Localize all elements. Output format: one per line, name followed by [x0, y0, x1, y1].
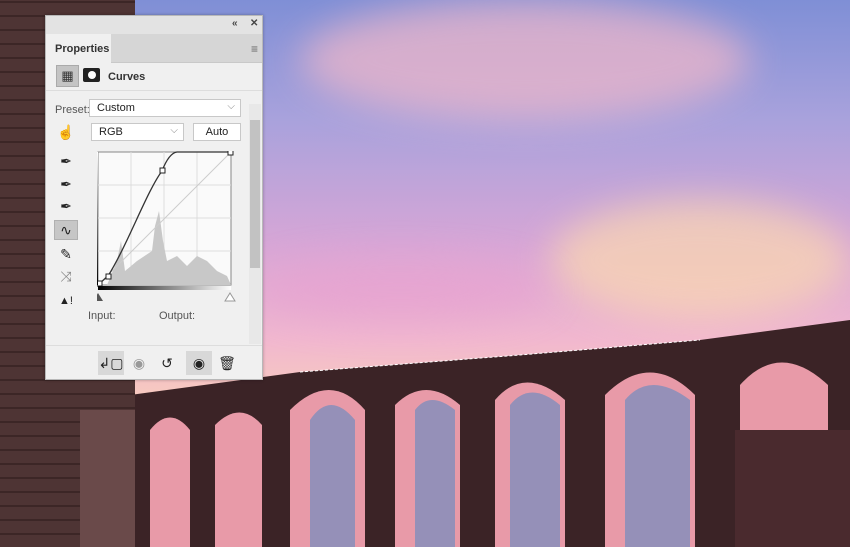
close-icon[interactable]: ✕ [250, 18, 258, 29]
gray-point-eyedropper-icon[interactable]: ✒ [54, 174, 78, 194]
panel-footer: ↲▢ ◉ ↺ ◉ 🗑 [46, 345, 262, 379]
auto-button[interactable]: Auto [193, 123, 241, 141]
scrollbar-thumb[interactable] [250, 120, 260, 268]
hamburger-icon[interactable]: ≡ [251, 42, 258, 56]
preset-label: Preset: [55, 104, 90, 116]
view-previous-icon[interactable]: ◉ [126, 351, 152, 375]
preset-value: Custom [97, 102, 135, 114]
curves-adjustment-icon[interactable]: ▦ [56, 65, 79, 87]
chevron-down-icon: ⌵ [170, 125, 178, 136]
preset-select[interactable]: Custom ⌵ [89, 99, 241, 117]
black-slider [97, 293, 103, 301]
curve-point [105, 273, 112, 280]
panel-titlebar[interactable]: « ✕ [46, 16, 262, 34]
tab-row: Properties ≡ [46, 34, 262, 63]
on-image-adjust-icon[interactable]: ☝ [54, 122, 78, 142]
scrollbar[interactable] [249, 104, 261, 344]
white-point-eyedropper-icon[interactable]: ✒ [54, 196, 78, 216]
properties-panel: « ✕ Properties ≡ ▦ Curves Preset: Custom… [45, 15, 263, 380]
curve-point [227, 151, 234, 156]
reset-icon[interactable]: ↺ [154, 351, 180, 375]
chevron-down-icon: ⌵ [227, 101, 235, 112]
output-label: Output: [159, 310, 196, 322]
mask-icon[interactable] [83, 68, 100, 82]
adjustment-header: ▦ Curves [46, 63, 262, 91]
tab-properties[interactable]: Properties [46, 34, 111, 63]
visibility-eye-icon[interactable]: ◉ [186, 351, 212, 375]
curve-points-icon[interactable]: ∿ [54, 220, 78, 240]
curve-point [159, 167, 166, 174]
tower-base [80, 410, 135, 547]
adjustment-title: Curves [108, 71, 146, 83]
white-slider [224, 292, 236, 302]
clip-to-layer-icon[interactable]: ↲▢ [98, 351, 124, 375]
clipping-warning-icon[interactable]: ▲! [54, 291, 78, 311]
double-chevron-left-icon[interactable]: « [232, 18, 238, 29]
black-point-eyedropper-icon[interactable]: ✒ [54, 151, 78, 171]
smooth-icon[interactable]: ⤨ [54, 266, 78, 286]
channel-value: RGB [99, 126, 123, 138]
channel-select[interactable]: RGB ⌵ [91, 123, 184, 141]
pencil-icon[interactable]: ✎ [54, 244, 78, 264]
input-label: Input: [88, 310, 116, 322]
curves-graph[interactable] [97, 151, 237, 311]
trash-icon[interactable]: 🗑 [214, 351, 240, 375]
